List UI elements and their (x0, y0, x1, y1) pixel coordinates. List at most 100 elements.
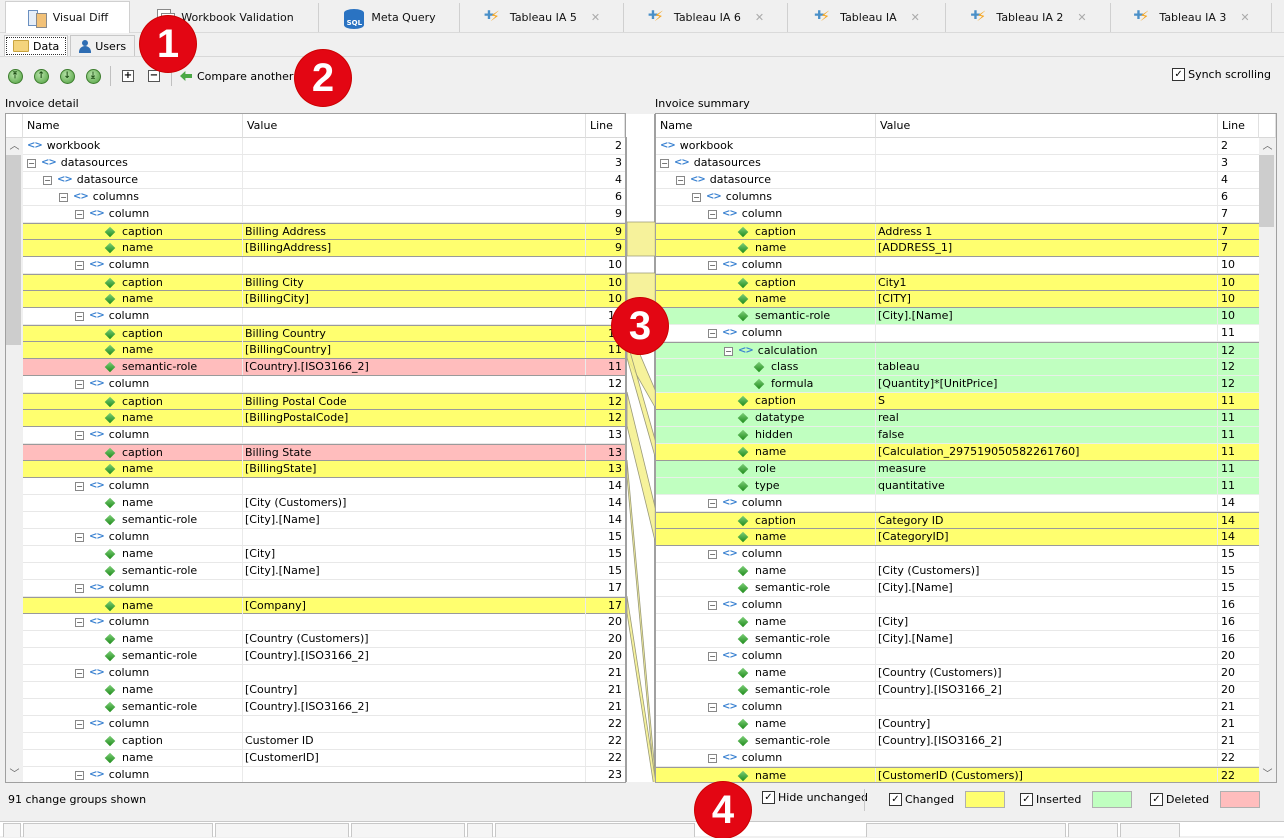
tree-row[interactable]: caption City1 10 (656, 274, 1259, 291)
tree-row[interactable]: name [CITY] 10 (656, 291, 1259, 308)
tree-row[interactable]: − <> column 15 (23, 529, 625, 546)
tab-tableau-ia-6[interactable]: Tableau IA 6 ✕ (625, 3, 788, 32)
tree-row[interactable]: name [Country] 21 (656, 716, 1259, 733)
column-header-name[interactable]: Name (656, 114, 876, 138)
close-icon[interactable]: ✕ (1077, 11, 1086, 24)
tree-row[interactable]: name [Country (Customers)] 20 (656, 665, 1259, 682)
tree-row[interactable]: − <> column 22 (656, 750, 1259, 767)
close-icon[interactable]: ✕ (1240, 11, 1249, 24)
tree-row[interactable]: − <> column 20 (23, 614, 625, 631)
tree-row[interactable]: name [BillingState] 13 (23, 461, 625, 478)
tab-tableau-ia-5[interactable]: Tableau IA 5 ✕ (461, 3, 624, 32)
collapse-toggle-icon[interactable]: − (27, 158, 36, 168)
collapse-toggle-icon[interactable]: − (75, 668, 84, 678)
legend-inserted[interactable]: ✓ Inserted (1020, 791, 1133, 808)
tree-row[interactable]: semantic-role [Country].[ISO3166_2] 20 (656, 682, 1259, 699)
collapse-toggle-icon[interactable]: − (708, 702, 717, 712)
tree-row[interactable]: name [CustomerID (Customers)] 22 (656, 767, 1259, 782)
tree-row[interactable]: semantic-role [City].[Name] 15 (656, 580, 1259, 597)
scroll-up-icon[interactable]: ︿ (6, 138, 23, 155)
tab-tableau-ia-2[interactable]: Tableau IA 2 ✕ (947, 3, 1111, 32)
tree-row[interactable]: name [City (Customers)] 15 (656, 563, 1259, 580)
tree-row[interactable]: <> workbook 2 (656, 138, 1259, 155)
subtab-users[interactable]: Users (70, 35, 136, 57)
tree-row[interactable]: − <> column 10 (23, 257, 625, 274)
tree-row[interactable]: name [Company] 17 (23, 597, 625, 614)
tree-row[interactable]: role measure 11 (656, 461, 1259, 478)
column-header-value[interactable]: Value (243, 114, 586, 138)
tree-row[interactable]: − <> column 22 (23, 716, 625, 733)
collapse-toggle-icon[interactable]: − (708, 498, 717, 508)
tree-row[interactable]: name [Calculation_297519050582261760] 11 (656, 444, 1259, 461)
last-change-button[interactable]: ⤓ (84, 67, 102, 85)
collapse-toggle-icon[interactable]: − (75, 430, 84, 440)
tree-row[interactable]: − <> datasource 4 (23, 172, 625, 189)
tab-tableau-ia-3[interactable]: Tableau IA 3 ✕ (1112, 3, 1272, 32)
collapse-toggle-icon[interactable]: − (708, 328, 717, 338)
tree-row[interactable]: − <> column 14 (23, 478, 625, 495)
inserted-color-swatch[interactable] (1092, 791, 1133, 808)
tree-row[interactable]: − <> column 20 (656, 648, 1259, 665)
tree-row[interactable]: − <> column 13 (23, 427, 625, 444)
tree-row[interactable]: name [City (Customers)] 14 (23, 495, 625, 512)
tree-row[interactable]: <> workbook 2 (23, 138, 625, 155)
collapse-toggle-icon[interactable]: − (724, 346, 733, 356)
tree-row[interactable]: captionBilling Country11 (23, 325, 625, 342)
tree-row[interactable]: − <> column 14 (656, 495, 1259, 512)
tree-row[interactable]: semantic-role [City].[Name] 14 (23, 512, 625, 529)
close-icon[interactable]: ✕ (591, 11, 600, 24)
collapse-toggle-icon[interactable]: − (59, 192, 68, 202)
tree-row[interactable]: − <> column 15 (656, 546, 1259, 563)
collapse-toggle-icon[interactable]: − (75, 770, 84, 780)
tree-row[interactable]: semantic-role [City].[Name] 10 (656, 308, 1259, 325)
tree-row[interactable]: − <> datasource 4 (656, 172, 1259, 189)
tree-row[interactable]: − <> column 21 (656, 699, 1259, 716)
tree-row[interactable]: caption Billing Postal Code 12 (23, 393, 625, 410)
tree-row[interactable]: −<>column11 (23, 308, 625, 325)
previous-change-button[interactable]: ↑ (32, 67, 50, 85)
tree-row[interactable]: name [BillingCity] 10 (23, 291, 625, 308)
scroll-down-icon[interactable]: ﹀ (6, 766, 23, 782)
collapse-toggle-icon[interactable]: − (75, 583, 84, 593)
changed-color-swatch[interactable] (965, 791, 1006, 808)
left-diff-tree[interactable]: ︿ ﹀ Name Value Line <> workbook 2− <> dataso… (5, 113, 626, 783)
tree-row[interactable]: name [CategoryID] 14 (656, 529, 1259, 546)
collapse-toggle-icon[interactable]: − (660, 158, 669, 168)
collapse-toggle-icon[interactable]: − (708, 549, 717, 559)
right-vertical-scrollbar[interactable]: ︿ ﹀ (1259, 138, 1276, 782)
tab-tableau-ia[interactable]: Tableau IA ✕ (789, 3, 946, 32)
tree-row[interactable]: − <> column 12 (23, 376, 625, 393)
tree-row[interactable]: − <> datasources 3 (656, 155, 1259, 172)
tree-row[interactable]: semantic-role [City].[Name] 15 (23, 563, 625, 580)
collapse-toggle-icon[interactable]: − (43, 175, 52, 185)
tree-row[interactable]: caption Category ID 14 (656, 512, 1259, 529)
close-icon[interactable]: ✕ (755, 11, 764, 24)
tree-row[interactable]: name [BillingAddress] 9 (23, 240, 625, 257)
tree-row[interactable]: caption Billing State 13 (23, 444, 625, 461)
tree-row[interactable]: caption Billing City 10 (23, 274, 625, 291)
tree-row[interactable]: name [Country (Customers)] 20 (23, 631, 625, 648)
synch-scrolling-checkbox[interactable]: ✓ Synch scrolling (1172, 68, 1271, 81)
tree-row[interactable]: name [City] 15 (23, 546, 625, 563)
tree-row[interactable]: caption Address 17 (656, 223, 1259, 240)
tree-row[interactable]: −<>column11 (656, 325, 1259, 342)
tab-meta-query[interactable]: Meta Query (320, 3, 460, 32)
tree-row[interactable]: − <> column 10 (656, 257, 1259, 274)
tab-visual-diff[interactable]: Visual Diff (5, 1, 130, 33)
collapse-toggle-icon[interactable]: − (692, 192, 701, 202)
collapse-toggle-icon[interactable]: − (708, 209, 717, 219)
tree-row[interactable]: semantic-role [Country].[ISO3166_2] 20 (23, 648, 625, 665)
tree-row[interactable]: − <> calculation 12 (656, 342, 1259, 359)
tree-row[interactable]: datatype real 11 (656, 410, 1259, 427)
tree-row[interactable]: − <> column 9 (23, 206, 625, 223)
column-header-value[interactable]: Value (876, 114, 1218, 138)
tree-row[interactable]: hidden false 11 (656, 427, 1259, 444)
tree-row[interactable]: caption Billing Address 9 (23, 223, 625, 240)
next-change-button[interactable]: ↓ (58, 67, 76, 85)
collapse-toggle-icon[interactable]: − (75, 260, 84, 270)
tree-row[interactable]: name [ADDRESS_1] 7 (656, 240, 1259, 257)
tree-row[interactable]: semantic-role [Country].[ISO3166_2] 21 (656, 733, 1259, 750)
tree-row[interactable]: semantic-role [Country].[ISO3166_2] 21 (23, 699, 625, 716)
tree-row[interactable]: − <> column 16 (656, 597, 1259, 614)
collapse-toggle-icon[interactable]: − (676, 175, 685, 185)
